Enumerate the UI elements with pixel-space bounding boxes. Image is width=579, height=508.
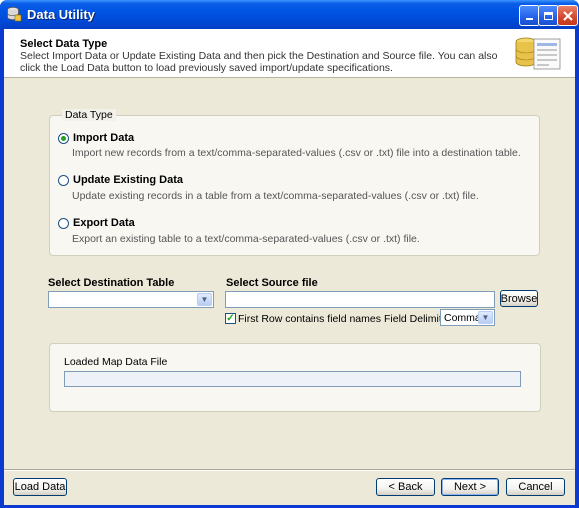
loaded-map-group: Loaded Map Data File	[49, 343, 541, 412]
destination-table-select[interactable]: ▼	[48, 291, 214, 308]
maximize-button[interactable]	[538, 5, 559, 26]
chevron-down-icon[interactable]: ▼	[478, 311, 493, 324]
step-title: Select Data Type	[20, 38, 108, 50]
wizard-footer: Load Data < Back Next > Cancel	[4, 470, 575, 505]
back-button[interactable]: < Back	[376, 478, 435, 496]
chevron-down-icon[interactable]: ▼	[197, 293, 212, 306]
update-existing-data-label: Update Existing Data	[73, 174, 184, 186]
radio-unchecked-icon	[58, 174, 69, 186]
maximize-icon	[544, 11, 553, 20]
field-delimiter-select[interactable]: Comma ▼	[440, 309, 495, 326]
export-data-radio[interactable]: Export Data	[58, 217, 135, 229]
import-data-label: Import Data	[73, 132, 135, 144]
checkmark-icon: ✓	[226, 312, 235, 324]
close-icon	[562, 10, 573, 21]
minimize-icon	[526, 18, 533, 20]
cancel-button[interactable]: Cancel	[506, 478, 565, 496]
close-button[interactable]	[557, 5, 578, 26]
radio-checked-icon	[58, 132, 69, 144]
update-existing-data-radio[interactable]: Update Existing Data	[58, 174, 183, 186]
data-type-legend: Data Type	[62, 109, 116, 121]
export-data-label: Export Data	[73, 217, 135, 229]
dialog-client: Select Data Type Select Import Data or U…	[4, 29, 575, 505]
wizard-header: Select Data Type Select Import Data or U…	[4, 29, 575, 78]
import-data-description: Import new records from a text/comma-sep…	[72, 147, 521, 159]
export-data-description: Export an existing table to a text/comma…	[72, 233, 420, 245]
first-row-checkbox[interactable]: ✓	[225, 313, 236, 324]
update-existing-data-description: Update existing records in a table from …	[72, 190, 479, 202]
window-title: Data Utility	[27, 7, 95, 22]
minimize-button[interactable]	[519, 5, 540, 26]
browse-button[interactable]: Browse	[500, 290, 538, 307]
next-button[interactable]: Next >	[441, 478, 499, 496]
database-icon	[7, 6, 22, 22]
wizard-body: Data Type Import Data Import new records…	[4, 78, 575, 470]
data-utility-window: Data Utility Select Data Type Select Imp…	[0, 0, 579, 508]
data-import-icon	[515, 37, 561, 70]
step-description: Select Import Data or Update Existing Da…	[20, 50, 498, 74]
source-file-label: Select Source file	[226, 277, 318, 289]
source-file-input[interactable]	[225, 291, 495, 308]
radio-unchecked-icon	[58, 217, 69, 229]
loaded-map-label: Loaded Map Data File	[64, 356, 168, 368]
title-bar[interactable]: Data Utility	[0, 0, 579, 29]
field-delimiter-value: Comma	[444, 312, 481, 324]
first-row-label: First Row contains field names	[238, 313, 381, 325]
import-data-radio[interactable]: Import Data	[58, 132, 134, 144]
load-data-button[interactable]: Load Data	[13, 478, 67, 496]
loaded-map-field	[64, 371, 521, 387]
data-type-group: Data Type Import Data Import new records…	[49, 109, 540, 256]
destination-table-label: Select Destination Table	[48, 277, 175, 289]
